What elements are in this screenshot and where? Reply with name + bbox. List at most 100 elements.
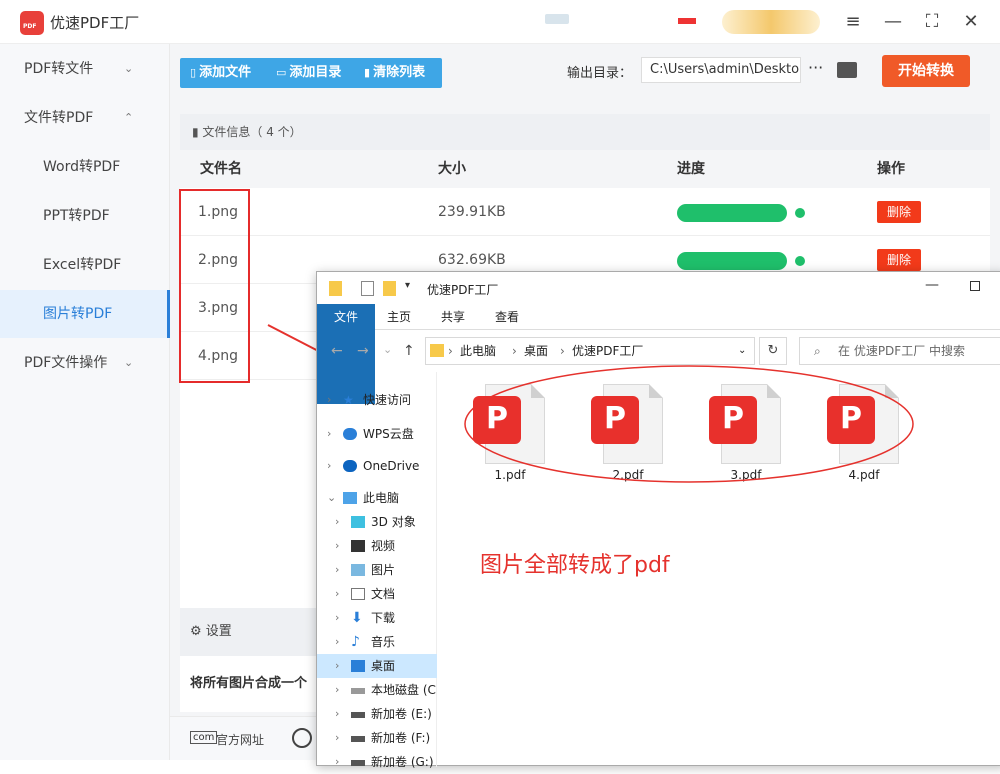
address-bar-row: ← → ⌄ ↑ › 此电脑 › 桌面 › 优速PDF工厂 ⌄ ↻ ⌕ 在 优速P… [317, 330, 1000, 372]
delete-button[interactable]: 删除 [877, 201, 921, 223]
breadcrumb-this-pc[interactable]: 此电脑 [460, 338, 496, 364]
clear-list-button[interactable]: ▮ 清除列表 [364, 58, 425, 88]
minimize-icon[interactable]: — [881, 10, 905, 34]
refresh-icon[interactable]: ↻ [759, 337, 787, 365]
chevron-down-icon: ⌄ [124, 356, 134, 369]
up-arrow-icon[interactable]: ↑ [403, 343, 415, 359]
sidebar-item-pdf-to-file[interactable]: PDF转文件 ⌄ [0, 45, 170, 93]
tree-item-videos[interactable]: › 视频 [317, 534, 437, 558]
settings-title: 设置 [205, 624, 232, 639]
tree-label: 下载 [371, 611, 396, 625]
recent-dropdown-icon[interactable]: ⌄ [383, 343, 392, 356]
app-title: 优速PDF工厂 [50, 14, 140, 32]
sidebar-item-image-to-pdf[interactable]: 图片转PDF [0, 290, 170, 338]
new-folder-icon[interactable] [383, 281, 396, 296]
tree-item-onedrive[interactable]: › OneDrive [317, 454, 437, 478]
start-convert-button[interactable]: 开始转换 [882, 55, 970, 87]
output-dir-label: 输出目录： [567, 66, 633, 81]
open-folder-icon[interactable] [837, 62, 857, 78]
star-icon: ★ [343, 393, 354, 407]
sidebar-item-label: Word转PDF [43, 159, 121, 175]
progress-bar [677, 204, 787, 222]
tree-item-drive-g[interactable]: › 新加卷 (G:) [317, 750, 437, 774]
app-logo-icon [20, 11, 44, 35]
file-name: 4.pdf [848, 468, 880, 482]
check-icon [795, 208, 805, 218]
titlebar-cloud-icon[interactable] [545, 14, 569, 24]
sidebar-item-label: PDF转文件 [24, 61, 94, 77]
tree-item-documents[interactable]: › 文档 [317, 582, 437, 606]
tree-item-pictures[interactable]: › 图片 [317, 558, 437, 582]
delete-button[interactable]: 删除 [877, 249, 921, 271]
tree-item-music[interactable]: › ♪ 音乐 [317, 630, 437, 654]
document-icon: ▮ [192, 125, 203, 139]
tree-label: 视频 [371, 539, 396, 553]
sidebar-item-pdf-operations[interactable]: PDF文件操作 ⌄ [0, 339, 170, 387]
clear-list-label: 清除列表 [373, 65, 426, 80]
tree-item-wps-cloud[interactable]: › WPS云盘 [317, 422, 437, 446]
tab-share[interactable]: 共享 [431, 304, 475, 330]
pdf-icon: P [591, 396, 639, 444]
tab-view[interactable]: 查看 [485, 304, 529, 330]
forward-arrow-icon[interactable]: → [357, 343, 369, 359]
check-icon [795, 256, 805, 266]
titlebar-vip-badge[interactable] [722, 10, 820, 34]
sidebar-item-label: 文件转PDF [24, 110, 94, 126]
support-chat-icon[interactable] [292, 728, 312, 748]
pdf-file-item[interactable]: P 3.pdf [701, 384, 791, 484]
tree-item-desktop[interactable]: › 桌面 [317, 654, 437, 678]
tree-item-drive-e[interactable]: › 新加卷 (E:) [317, 702, 437, 726]
tab-home[interactable]: 主页 [379, 304, 419, 330]
pdf-file-item[interactable]: P 4.pdf [819, 384, 909, 484]
sidebar-item-word-to-pdf[interactable]: Word转PDF [0, 143, 170, 191]
pdf-file-item[interactable]: P 2.pdf [583, 384, 673, 484]
trash-icon: ▮ [364, 66, 371, 79]
tree-item-drive-f[interactable]: › 新加卷 (F:) [317, 726, 437, 750]
merge-images-label: 将所有图片合成一个 [190, 676, 308, 691]
browse-more-button[interactable]: ··· [808, 58, 823, 77]
output-dir-input[interactable]: C:\Users\admin\Desktop [641, 57, 801, 83]
sidebar-item-file-to-pdf[interactable]: 文件转PDF ⌃ [0, 94, 170, 142]
sidebar-item-label: PPT转PDF [43, 208, 110, 224]
cloud-icon [343, 428, 357, 440]
pdf-icon: P [827, 396, 875, 444]
tree-label: WPS云盘 [363, 427, 414, 441]
drive-icon [351, 760, 365, 766]
address-box[interactable]: › 此电脑 › 桌面 › 优速PDF工厂 ⌄ [425, 337, 755, 365]
maximize-icon[interactable]: ⛶ [920, 10, 944, 34]
folder-icon [430, 344, 444, 357]
annotation-text: 图片全部转成了pdf [480, 553, 670, 578]
pdf-file-item[interactable]: P 1.pdf [465, 384, 555, 484]
breadcrumb-folder[interactable]: 优速PDF工厂 [572, 338, 643, 364]
back-arrow-icon[interactable]: ← [331, 343, 343, 359]
add-directory-button[interactable]: ▭ 添加目录 [276, 58, 341, 88]
document-icon [351, 588, 365, 600]
music-icon: ♪ [351, 634, 360, 650]
properties-icon[interactable] [361, 281, 374, 296]
table-row[interactable]: 1.png 239.91KB 删除 [180, 188, 990, 236]
official-website-link[interactable]: 官方网址 [216, 731, 264, 748]
search-input[interactable]: ⌕ 在 优速PDF工厂 中搜索 [799, 337, 1000, 365]
add-file-button[interactable]: ▯ 添加文件 [190, 58, 251, 88]
minimize-icon[interactable]: — [925, 277, 939, 293]
desktop-icon [351, 660, 365, 672]
tree-item-drive-c[interactable]: ›本地磁盘 (C:) [317, 678, 437, 702]
file-list: P 1.pdf P 2.pdf P 3.pdf P 4.pdf [457, 384, 927, 484]
titlebar-gift-icon[interactable] [678, 12, 696, 32]
tree-label: 快速访问 [363, 393, 412, 407]
menu-icon[interactable]: ≡ [841, 10, 865, 34]
sidebar-item-excel-to-pdf[interactable]: Excel转PDF [0, 241, 170, 289]
sidebar-item-ppt-to-pdf[interactable]: PPT转PDF [0, 192, 170, 240]
tree-item-3d-objects[interactable]: › 3D 对象 [317, 510, 437, 534]
search-placeholder: 在 优速PDF工厂 中搜索 [838, 344, 966, 358]
column-header-name: 文件名 [200, 161, 242, 177]
tree-item-downloads[interactable]: › ⬇ 下载 [317, 606, 437, 630]
address-dropdown-icon[interactable]: ⌄ [738, 338, 746, 364]
tree-item-quick-access[interactable]: › ★ 快速访问 [317, 388, 437, 412]
tree-item-this-pc[interactable]: ⌄ 此电脑 [317, 486, 437, 510]
file-count-label: 文件信息（ 4 个） [202, 125, 302, 139]
close-icon[interactable]: ✕ [959, 10, 983, 34]
maximize-icon[interactable] [970, 281, 980, 291]
quick-access-dropdown-icon[interactable]: ▾ [405, 280, 410, 291]
breadcrumb-desktop[interactable]: 桌面 [524, 338, 548, 364]
